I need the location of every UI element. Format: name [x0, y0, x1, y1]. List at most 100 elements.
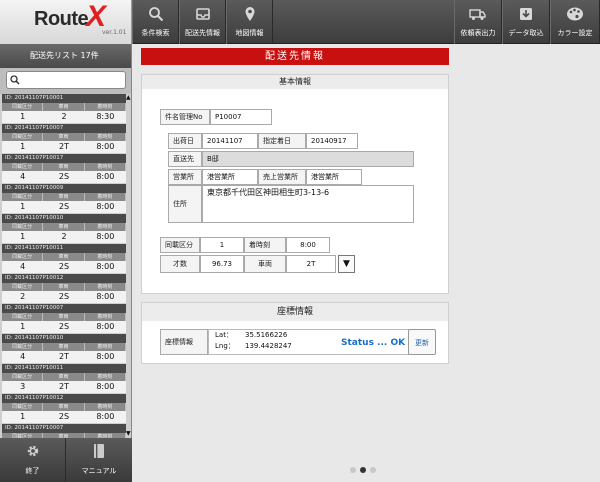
col-header-vehicle: 車両: [43, 193, 85, 201]
col-header-time: 着時刻: [85, 133, 126, 141]
list-item-header: 同載区分 車両 着時刻: [2, 223, 126, 231]
gear-icon: [0, 443, 65, 464]
search-conditions-button[interactable]: 条件検索: [132, 0, 179, 44]
arrival-time-value: 8:00: [286, 237, 330, 253]
list-item-values: 1 2 8:30: [2, 111, 126, 123]
list-item-header: 同載区分 車両 着時刻: [2, 403, 126, 411]
search-icon: [10, 73, 20, 89]
status-text: Status ... OK: [341, 338, 406, 348]
list-item-header: 同載区分 車両 着時刻: [2, 163, 126, 171]
delivery-list-title: 配送先リスト 17件: [0, 44, 131, 68]
update-button[interactable]: 更新: [408, 329, 436, 355]
pager-dots: [350, 467, 376, 473]
address-value: 東京都千代田区神田相生町3-13-6: [202, 185, 414, 223]
list-item-id: ID: 20141107P10012: [2, 394, 126, 403]
data-import-button[interactable]: データ取込: [502, 0, 550, 44]
list-item-header: 同載区分 車両 着時刻: [2, 253, 126, 261]
basic-info-panel: 基本情報 件名管理No P10007 出荷日 20141107 指定着日 201…: [141, 74, 449, 294]
list-item[interactable]: ID: 20141107P10017 同載区分 車両 着時刻 4 2S 8:00: [2, 154, 126, 183]
pager-dot-3[interactable]: [370, 467, 376, 473]
pager-dot-1[interactable]: [350, 467, 356, 473]
search-conditions-label: 条件検索: [141, 29, 170, 37]
col-header-time: 着時刻: [85, 163, 126, 171]
list-item-time: 8:00: [96, 262, 115, 271]
delivery-info-label: 配送先情報: [185, 29, 220, 37]
case-no-label: 件名管理No: [160, 109, 210, 125]
list-item[interactable]: ID: 20141107P10007 同載区分 車両 着時刻 1 2S 8:00: [2, 304, 126, 333]
list-item-values: 4 2S 8:00: [2, 261, 126, 273]
list-item[interactable]: ID: 20141107P10007 同載区分 車両 着時刻: [2, 424, 126, 438]
basic-info-header: 基本情報: [142, 75, 448, 89]
manual-label: マニュアル: [81, 467, 117, 475]
list-item-time: 8:30: [96, 112, 115, 121]
list-item[interactable]: ID: 20141107P10001 同載区分 車両 着時刻 1 2 8:30: [2, 94, 126, 123]
color-settings-button[interactable]: カラー設定: [550, 0, 600, 44]
col-header-time: 着時刻: [85, 223, 126, 231]
col-header-vehicle: 車両: [43, 223, 85, 231]
list-item[interactable]: ID: 20141107P10012 同載区分 車両 着時刻 1 2S 8:00: [2, 394, 126, 423]
list-item-vehicle: 2S: [58, 322, 70, 331]
list-item-group: 1: [20, 322, 26, 331]
truck-icon: [468, 6, 488, 24]
request-output-button[interactable]: 依頼表出力: [454, 0, 502, 44]
pager-dot-2[interactable]: [360, 467, 366, 473]
search-box: [6, 71, 126, 89]
list-item[interactable]: ID: 20141107P10007 同載区分 車両 着時刻 1 2T 8:00: [2, 124, 126, 153]
list-item[interactable]: ID: 20141107P10010 同載区分 車両 着時刻 1 2 8:00: [2, 214, 126, 243]
map-pin-icon: [240, 6, 260, 24]
exit-button[interactable]: 終了: [0, 438, 66, 482]
list-item[interactable]: ID: 20141107P10010 同載区分 車両 着時刻 4 2T 8:00: [2, 334, 126, 363]
col-header-group: 同載区分: [2, 253, 44, 261]
app-window: Route X ver.1.01 条件検索 配送先情報 地図情報 依頼表出力 デ…: [0, 0, 600, 482]
list-item[interactable]: ID: 20141107P10011 同載区分 車両 着時刻 3 2T 8:00: [2, 364, 126, 393]
delivery-list-sidebar: 配送先リスト 17件 ID: 20141107P10001 同載区分 車両 着時刻 1 2…: [0, 44, 132, 438]
list-item-id: ID: 20141107P10011: [2, 364, 126, 373]
ship-date-value: 20141107: [202, 133, 258, 149]
destination-label: 直送先: [168, 151, 202, 167]
map-info-button[interactable]: 地図情報: [226, 0, 273, 44]
destination-value: B邸: [202, 151, 414, 167]
list-item-vehicle: 2: [61, 232, 67, 241]
col-header-group: 同載区分: [2, 193, 44, 201]
search-icon: [146, 6, 166, 24]
list-item-id: ID: 20141107P10007: [2, 304, 126, 313]
col-header-time: 着時刻: [85, 103, 126, 111]
list-item[interactable]: ID: 20141107P10012 同載区分 車両 着時刻 2 2S 8:00: [2, 274, 126, 303]
col-header-time: 着時刻: [85, 193, 126, 201]
delivery-info-button[interactable]: 配送先情報: [179, 0, 226, 44]
col-header-time: 着時刻: [85, 403, 126, 411]
col-header-vehicle: 車両: [43, 283, 85, 291]
list-item-vehicle: 2S: [58, 412, 70, 421]
list-item-group: 3: [20, 382, 26, 391]
sales-office-value: 港営業所: [306, 169, 362, 185]
coordinates-values-box: Lat： 35.5166226 Lng： 139.4428247 Status …: [208, 329, 410, 355]
list-item-time: 8:00: [96, 202, 115, 211]
vehicle-dropdown-icon[interactable]: ▼: [338, 255, 355, 273]
list-item-values: 3 2T 8:00: [2, 381, 126, 393]
list-item-values: 1 2S 8:00: [2, 321, 126, 333]
list-item[interactable]: ID: 20141107P10011 同載区分 車両 着時刻 4 2S 8:00: [2, 244, 126, 273]
sidebar-footer: 終了 マニュアル: [0, 438, 132, 482]
vehicle-select[interactable]: 2T: [286, 255, 336, 273]
col-header-group: 同載区分: [2, 223, 44, 231]
scroll-up-icon[interactable]: ▲: [126, 94, 132, 102]
manual-button[interactable]: マニュアル: [66, 438, 132, 482]
exit-label: 終了: [25, 467, 40, 475]
list-item-values: 4 2S 8:00: [2, 171, 126, 183]
list-item-group: 1: [20, 412, 26, 421]
search-input[interactable]: [23, 73, 123, 87]
col-header-time: 着時刻: [85, 313, 126, 321]
list-item[interactable]: ID: 20141107P10009 同載区分 車両 着時刻 1 2S 8:00: [2, 184, 126, 213]
list-item-id: ID: 20141107P10009: [2, 184, 126, 193]
col-header-vehicle: 車両: [43, 103, 85, 111]
logo-text: Route: [34, 8, 89, 30]
coordinates-label: 座標情報: [160, 329, 208, 355]
lng-label: Lng：: [215, 342, 235, 350]
list-item-time: 8:00: [96, 232, 115, 241]
logo-area: Route X ver.1.01: [0, 0, 132, 44]
scroll-down-icon[interactable]: ▼: [126, 430, 132, 438]
list-item-group: 1: [20, 202, 26, 211]
col-header-time: 着時刻: [85, 343, 126, 351]
list-item-vehicle: 2S: [58, 262, 70, 271]
list-item-time: 8:00: [96, 352, 115, 361]
